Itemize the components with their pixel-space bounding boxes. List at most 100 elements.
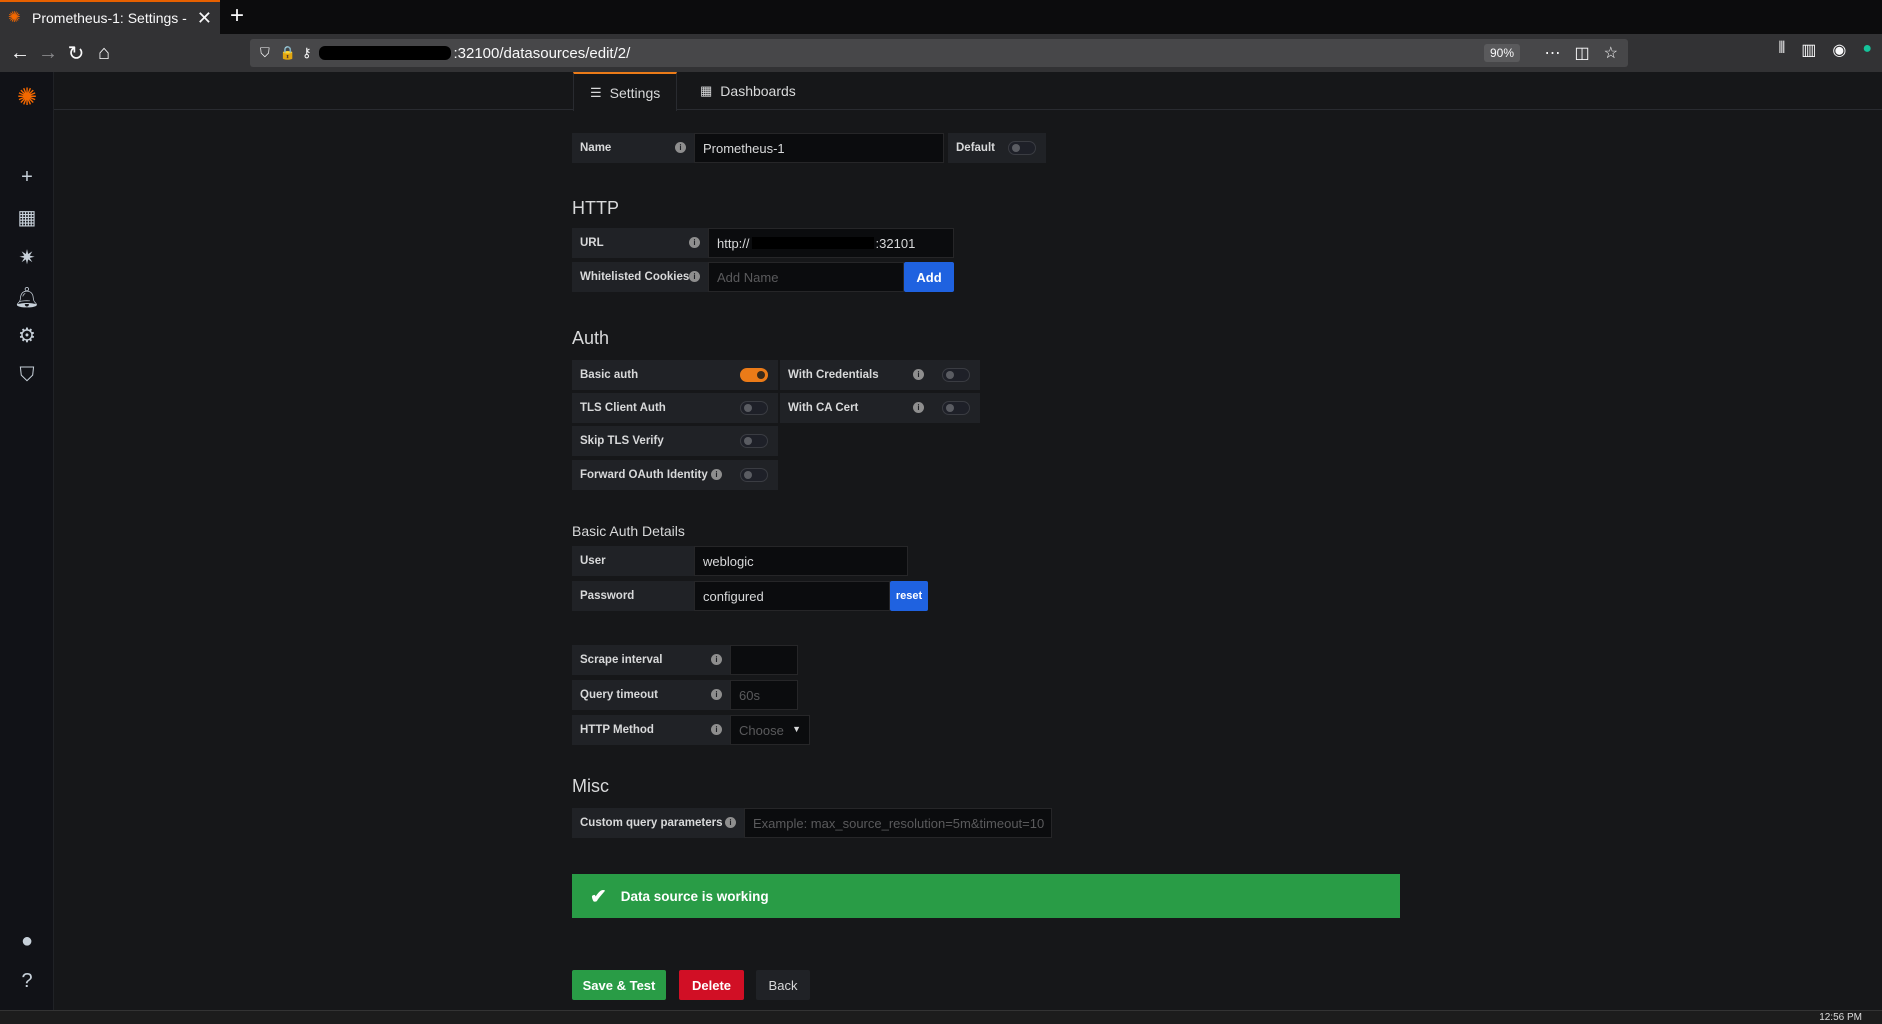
pocket-icon[interactable]: ◫ <box>1575 43 1590 63</box>
with-credentials-toggle[interactable] <box>942 368 970 382</box>
forward-oauth-label: Forward OAuth Identity i <box>572 460 730 490</box>
reset-password-button[interactable]: reset <box>890 581 928 611</box>
server-admin-shield-icon[interactable]: ⛉ <box>14 362 40 388</box>
info-icon[interactable]: i <box>725 817 736 828</box>
save-test-button[interactable]: Save & Test <box>572 970 666 1000</box>
configuration-gear-icon[interactable]: ⚙ <box>14 322 40 348</box>
home-icon[interactable]: ⌂ <box>90 39 118 67</box>
name-label: Name i <box>572 133 694 163</box>
grafana-logo-icon[interactable]: ✺ <box>14 84 40 111</box>
zoom-badge[interactable]: 90% <box>1483 44 1520 62</box>
name-input[interactable]: Prometheus-1 <box>694 133 944 163</box>
dashboards-grid-icon[interactable]: ▦ <box>14 204 40 230</box>
redacted-host <box>319 46 452 60</box>
with-ca-cert-label: With CA Cert i <box>780 393 932 423</box>
http-method-select[interactable]: Choose ▼ <box>730 715 810 745</box>
custom-query-params-input[interactable]: Example: max_source_resolution=5m&timeou… <box>744 808 1052 838</box>
info-icon[interactable]: i <box>711 724 722 735</box>
info-icon[interactable]: i <box>913 369 924 380</box>
default-label: Default <box>948 133 998 163</box>
forward-oauth-toggle[interactable] <box>740 468 768 482</box>
user-label: User <box>572 546 694 576</box>
password-label: Password <box>572 581 694 611</box>
browser-tab-title: Prometheus-1: Settings - Grafa <box>32 10 191 26</box>
help-icon[interactable]: ? <box>14 968 40 994</box>
label-text: With CA Cert <box>788 402 859 414</box>
basic-auth-toggle[interactable] <box>740 368 768 382</box>
basic-auth-switch[interactable] <box>730 360 778 390</box>
tls-client-auth-label: TLS Client Auth <box>572 393 730 423</box>
library-icon[interactable]: ⫴ <box>1779 40 1786 60</box>
main-content: ☰ Settings ▦ Dashboards Name i Prometheu… <box>54 72 1882 1010</box>
account-icon[interactable]: ◉ <box>1832 40 1846 60</box>
query-timeout-input[interactable]: 60s <box>730 680 798 710</box>
forward-arrow-icon[interactable]: → <box>34 39 62 67</box>
shield-icon[interactable]: ⛉ <box>260 45 270 61</box>
label-text: Forward OAuth Identity <box>580 469 708 481</box>
info-icon[interactable]: i <box>675 142 686 153</box>
url-label: URL i <box>572 228 708 258</box>
os-taskbar: 12:56 PM <box>0 1010 1882 1024</box>
label-text: URL <box>580 237 604 249</box>
label-text: Whitelisted Cookies <box>580 271 690 283</box>
add-cookie-button[interactable]: Add <box>904 262 954 292</box>
skip-tls-verify-label: Skip TLS Verify <box>572 426 730 456</box>
default-switch[interactable] <box>998 133 1046 163</box>
insecure-lock-icon[interactable]: 🔒 <box>280 45 296 61</box>
url-suffix: :32101 <box>875 235 916 251</box>
info-icon[interactable]: i <box>711 469 722 480</box>
back-button[interactable]: Back <box>756 970 810 1000</box>
new-tab-icon[interactable]: + <box>230 2 244 30</box>
key-icon[interactable]: ⚷ <box>302 45 312 61</box>
grammarly-icon[interactable]: ● <box>1862 40 1872 60</box>
alerting-bell-icon[interactable]: 🔔︎ <box>14 284 40 310</box>
tls-client-auth-toggle[interactable] <box>740 401 768 415</box>
info-icon[interactable]: i <box>689 271 700 282</box>
skip-tls-verify-toggle[interactable] <box>740 434 768 448</box>
bookmark-star-icon[interactable]: ☆ <box>1604 43 1618 63</box>
label-text: Custom query parameters <box>580 817 723 829</box>
cookie-name-input[interactable]: Add Name <box>708 262 904 292</box>
tls-client-auth-switch[interactable] <box>730 393 778 423</box>
with-ca-cert-switch[interactable] <box>932 393 980 423</box>
with-credentials-switch[interactable] <box>932 360 980 390</box>
reload-icon[interactable]: ↻ <box>62 39 90 67</box>
label-text: With Credentials <box>788 369 879 381</box>
delete-button[interactable]: Delete <box>679 970 744 1000</box>
url-prefix: http:// <box>717 235 750 251</box>
url-bar[interactable]: ⛉ 🔒 ⚷ :32100/datasources/edit/2/ 90% ⋯ ◫… <box>250 39 1628 67</box>
sidebar-toggle-icon[interactable]: ▥ <box>1801 40 1816 60</box>
default-toggle[interactable] <box>1008 141 1036 155</box>
label-text: HTTP Method <box>580 724 654 736</box>
browser-tab[interactable]: ✺ Prometheus-1: Settings - Grafa ✕ <box>0 0 220 34</box>
close-tab-icon[interactable]: ✕ <box>197 8 212 29</box>
auth-heading: Auth <box>572 328 610 348</box>
custom-query-params-label: Custom query parameters i <box>572 808 744 838</box>
page-tabs: ☰ Settings ▦ Dashboards <box>54 72 1882 111</box>
forward-oauth-switch[interactable] <box>730 460 778 490</box>
explore-compass-icon[interactable]: ✷ <box>14 244 40 270</box>
url-text: :32100/datasources/edit/2/ <box>453 44 631 62</box>
info-icon[interactable]: i <box>711 689 722 700</box>
skip-tls-verify-switch[interactable] <box>730 426 778 456</box>
user-avatar-icon[interactable]: ● <box>14 928 40 954</box>
back-arrow-icon[interactable]: ← <box>6 39 34 67</box>
whitelisted-cookies-label: Whitelisted Cookies i <box>572 262 708 292</box>
user-input[interactable]: weblogic <box>694 546 908 576</box>
tab-dashboards[interactable]: ▦ Dashboards <box>684 72 812 110</box>
checkmark-icon: ✔ <box>590 885 607 908</box>
tab-settings[interactable]: ☰ Settings <box>573 72 678 111</box>
with-ca-cert-toggle[interactable] <box>942 401 970 415</box>
misc-heading: Misc <box>572 776 609 796</box>
info-icon[interactable]: i <box>913 402 924 413</box>
with-credentials-label: With Credentials i <box>780 360 932 390</box>
basic-auth-details-heading: Basic Auth Details <box>572 523 685 539</box>
url-input[interactable]: http:// :32101 <box>708 228 954 258</box>
info-icon[interactable]: i <box>689 237 700 248</box>
tab-label: Dashboards <box>720 83 796 99</box>
more-actions-icon[interactable]: ⋯ <box>1545 43 1561 63</box>
scrape-interval-input[interactable] <box>730 645 798 675</box>
info-icon[interactable]: i <box>711 654 722 665</box>
plus-icon[interactable]: + <box>14 164 40 190</box>
password-input[interactable]: configured <box>694 581 890 611</box>
